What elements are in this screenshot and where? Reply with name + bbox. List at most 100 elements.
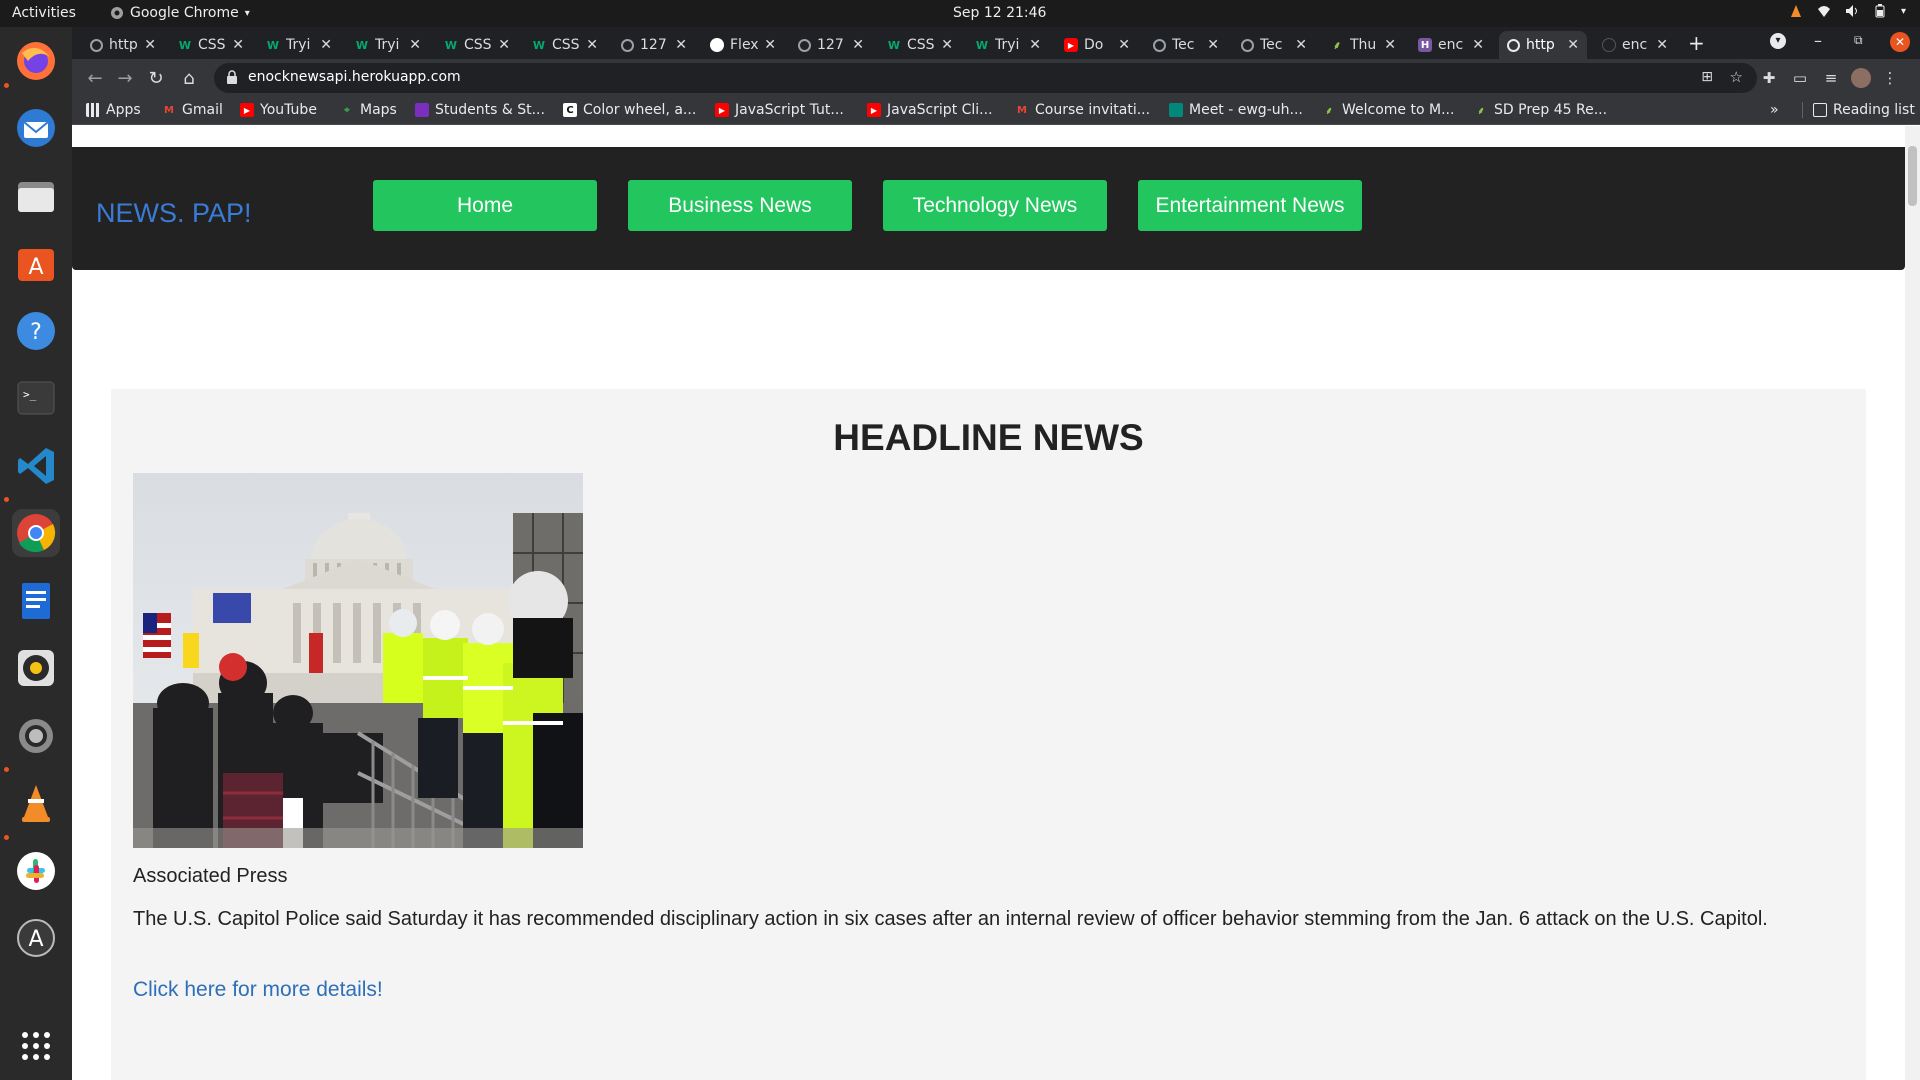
close-icon[interactable]: ✕ (1118, 37, 1130, 53)
close-icon[interactable]: ✕ (1567, 37, 1579, 53)
bookmark-course[interactable]: M Course invitati... (1015, 102, 1150, 118)
avatar[interactable] (1851, 68, 1871, 88)
close-icon[interactable]: ✕ (675, 37, 687, 53)
bookmark-js-cli[interactable]: ▶ JavaScript Cli... (867, 102, 993, 118)
address-bar[interactable]: enocknewsapi.herokuapp.com ⊞ ☆ (214, 63, 1757, 93)
close-icon[interactable]: ✕ (764, 37, 776, 53)
browser-tab[interactable]: W CSS ✕ (879, 31, 961, 59)
firefox-icon[interactable] (12, 37, 60, 85)
browser-tab[interactable]: H enc ✕ (1410, 31, 1492, 59)
close-icon[interactable]: ✕ (1656, 37, 1668, 53)
clock[interactable]: Sep 12 21:46 (953, 5, 1046, 21)
show-apps-icon[interactable] (12, 1022, 60, 1070)
bookmark-maps[interactable]: ⌖ Maps (340, 102, 397, 118)
nav-home-button[interactable]: Home (373, 180, 597, 231)
bookmark-gmail[interactable]: M Gmail (162, 102, 223, 118)
bookmark-js-tut[interactable]: ▶ JavaScript Tut... (715, 102, 844, 118)
battery-icon[interactable] (1873, 4, 1887, 18)
close-icon[interactable]: ✕ (1295, 37, 1307, 53)
close-icon[interactable]: ✕ (1384, 37, 1396, 53)
browser-tab[interactable]: W Tryi ✕ (258, 31, 340, 59)
files-icon[interactable] (12, 172, 60, 220)
more-details-link[interactable]: Click here for more details! (133, 978, 383, 1002)
browser-tab[interactable]: Flex ✕ (702, 31, 784, 59)
power-menu-icon[interactable]: ▾ (1901, 6, 1906, 17)
close-window-button[interactable]: ✕ (1890, 32, 1910, 52)
close-icon[interactable]: ✕ (498, 37, 510, 53)
site-brand[interactable]: NEWS. PAP! (96, 198, 252, 229)
translate-icon[interactable]: ⊞ (1701, 69, 1713, 85)
bookmark-sd-prep[interactable]: ⸙ SD Prep 45 Re... (1474, 102, 1607, 118)
vlc-tray-icon[interactable] (1789, 4, 1803, 18)
bookmark-youtube[interactable]: ▶ YouTube (240, 102, 317, 118)
close-icon[interactable]: ✕ (941, 37, 953, 53)
vscode-icon[interactable] (12, 442, 60, 490)
page-scrollbar[interactable] (1905, 126, 1920, 1080)
minimize-button[interactable]: – (1814, 31, 1822, 50)
browser-tab[interactable]: 127 ✕ (790, 31, 872, 59)
wifi-icon[interactable] (1817, 4, 1831, 18)
activities-button[interactable]: Activities (12, 5, 76, 21)
close-icon[interactable]: ✕ (409, 37, 421, 53)
url-text[interactable]: enocknewsapi.herokuapp.com (248, 69, 461, 85)
nav-business-news-button[interactable]: Business News (628, 180, 852, 231)
vlc-icon[interactable] (12, 779, 60, 827)
browser-tab[interactable]: enc ✕ (1594, 31, 1676, 59)
app-menu[interactable]: Google Chrome ▾ (110, 5, 250, 21)
browser-tab[interactable]: W Tryi ✕ (967, 31, 1049, 59)
browser-tab[interactable]: Tec ✕ (1145, 31, 1227, 59)
close-icon[interactable]: ✕ (144, 37, 156, 53)
close-icon[interactable]: ✕ (1029, 37, 1041, 53)
close-icon[interactable]: ✕ (852, 37, 864, 53)
nav-technology-news-button[interactable]: Technology News (883, 180, 1107, 231)
reading-list-button[interactable]: Reading list (1802, 102, 1915, 118)
forward-icon[interactable]: → (114, 67, 136, 89)
new-tab-button[interactable]: + (1688, 31, 1705, 55)
bookmark-students[interactable]: Students & St... (415, 102, 545, 118)
browser-tab[interactable]: 127 ✕ (613, 31, 695, 59)
rhythmbox-icon[interactable] (12, 644, 60, 692)
browser-tab[interactable]: W CSS ✕ (170, 31, 252, 59)
writer-icon[interactable] (12, 577, 60, 625)
extensions-icon[interactable]: ✚ (1759, 68, 1779, 88)
home-icon[interactable]: ⌂ (178, 67, 200, 89)
close-icon[interactable]: ✕ (1207, 37, 1219, 53)
restore-button[interactable]: ⧉ (1854, 33, 1863, 48)
terminal-icon[interactable]: >_ (12, 374, 60, 422)
browser-tab[interactable]: http ✕ (82, 31, 164, 59)
system-tray[interactable]: ▾ (1789, 4, 1906, 18)
menu-icon[interactable]: ⋮ (1880, 68, 1900, 88)
bookmark-meet[interactable]: Meet - ewg-uh... (1169, 102, 1303, 118)
slack-icon[interactable] (12, 847, 60, 895)
browser-tab-active[interactable]: http ✕ (1499, 31, 1587, 59)
close-icon[interactable]: ✕ (232, 37, 244, 53)
bookmark-color-wheel[interactable]: C Color wheel, a... (563, 102, 696, 118)
bookmark-apps[interactable]: Apps (86, 102, 141, 118)
close-icon[interactable]: ✕ (320, 37, 332, 53)
cast-icon[interactable]: ▭ (1790, 68, 1810, 88)
updater-icon[interactable]: A (12, 914, 60, 962)
media-control-icon[interactable]: ≡ (1821, 68, 1841, 88)
scrollbar-thumb[interactable] (1908, 146, 1917, 206)
bookmark-welcome[interactable]: ⸙ Welcome to M... (1322, 102, 1454, 118)
browser-tab[interactable]: Tec ✕ (1233, 31, 1315, 59)
volume-icon[interactable] (1845, 4, 1859, 18)
browser-tab[interactable]: W CSS ✕ (436, 31, 518, 59)
help-icon[interactable]: ? (12, 307, 60, 355)
chrome-icon[interactable] (12, 509, 60, 557)
close-icon[interactable]: ✕ (1472, 37, 1484, 53)
back-icon[interactable]: ← (84, 67, 106, 89)
nav-entertainment-news-button[interactable]: Entertainment News (1138, 180, 1362, 231)
lock-icon[interactable] (226, 70, 238, 84)
browser-tab[interactable]: W Tryi ✕ (347, 31, 429, 59)
browser-tab[interactable]: ⸙ Thu ✕ (1322, 31, 1404, 59)
browser-tab[interactable]: ▶ Do ✕ (1056, 31, 1138, 59)
bookmark-star-icon[interactable]: ☆ (1730, 68, 1743, 86)
thunderbird-icon[interactable] (12, 104, 60, 152)
reload-icon[interactable]: ↻ (145, 67, 167, 89)
more-bookmarks-button[interactable]: » (1770, 102, 1779, 118)
close-icon[interactable]: ✕ (586, 37, 598, 53)
browser-tab[interactable]: W CSS ✕ (524, 31, 606, 59)
settings-icon[interactable] (12, 712, 60, 760)
tab-search-icon[interactable]: ▾ (1770, 33, 1786, 49)
